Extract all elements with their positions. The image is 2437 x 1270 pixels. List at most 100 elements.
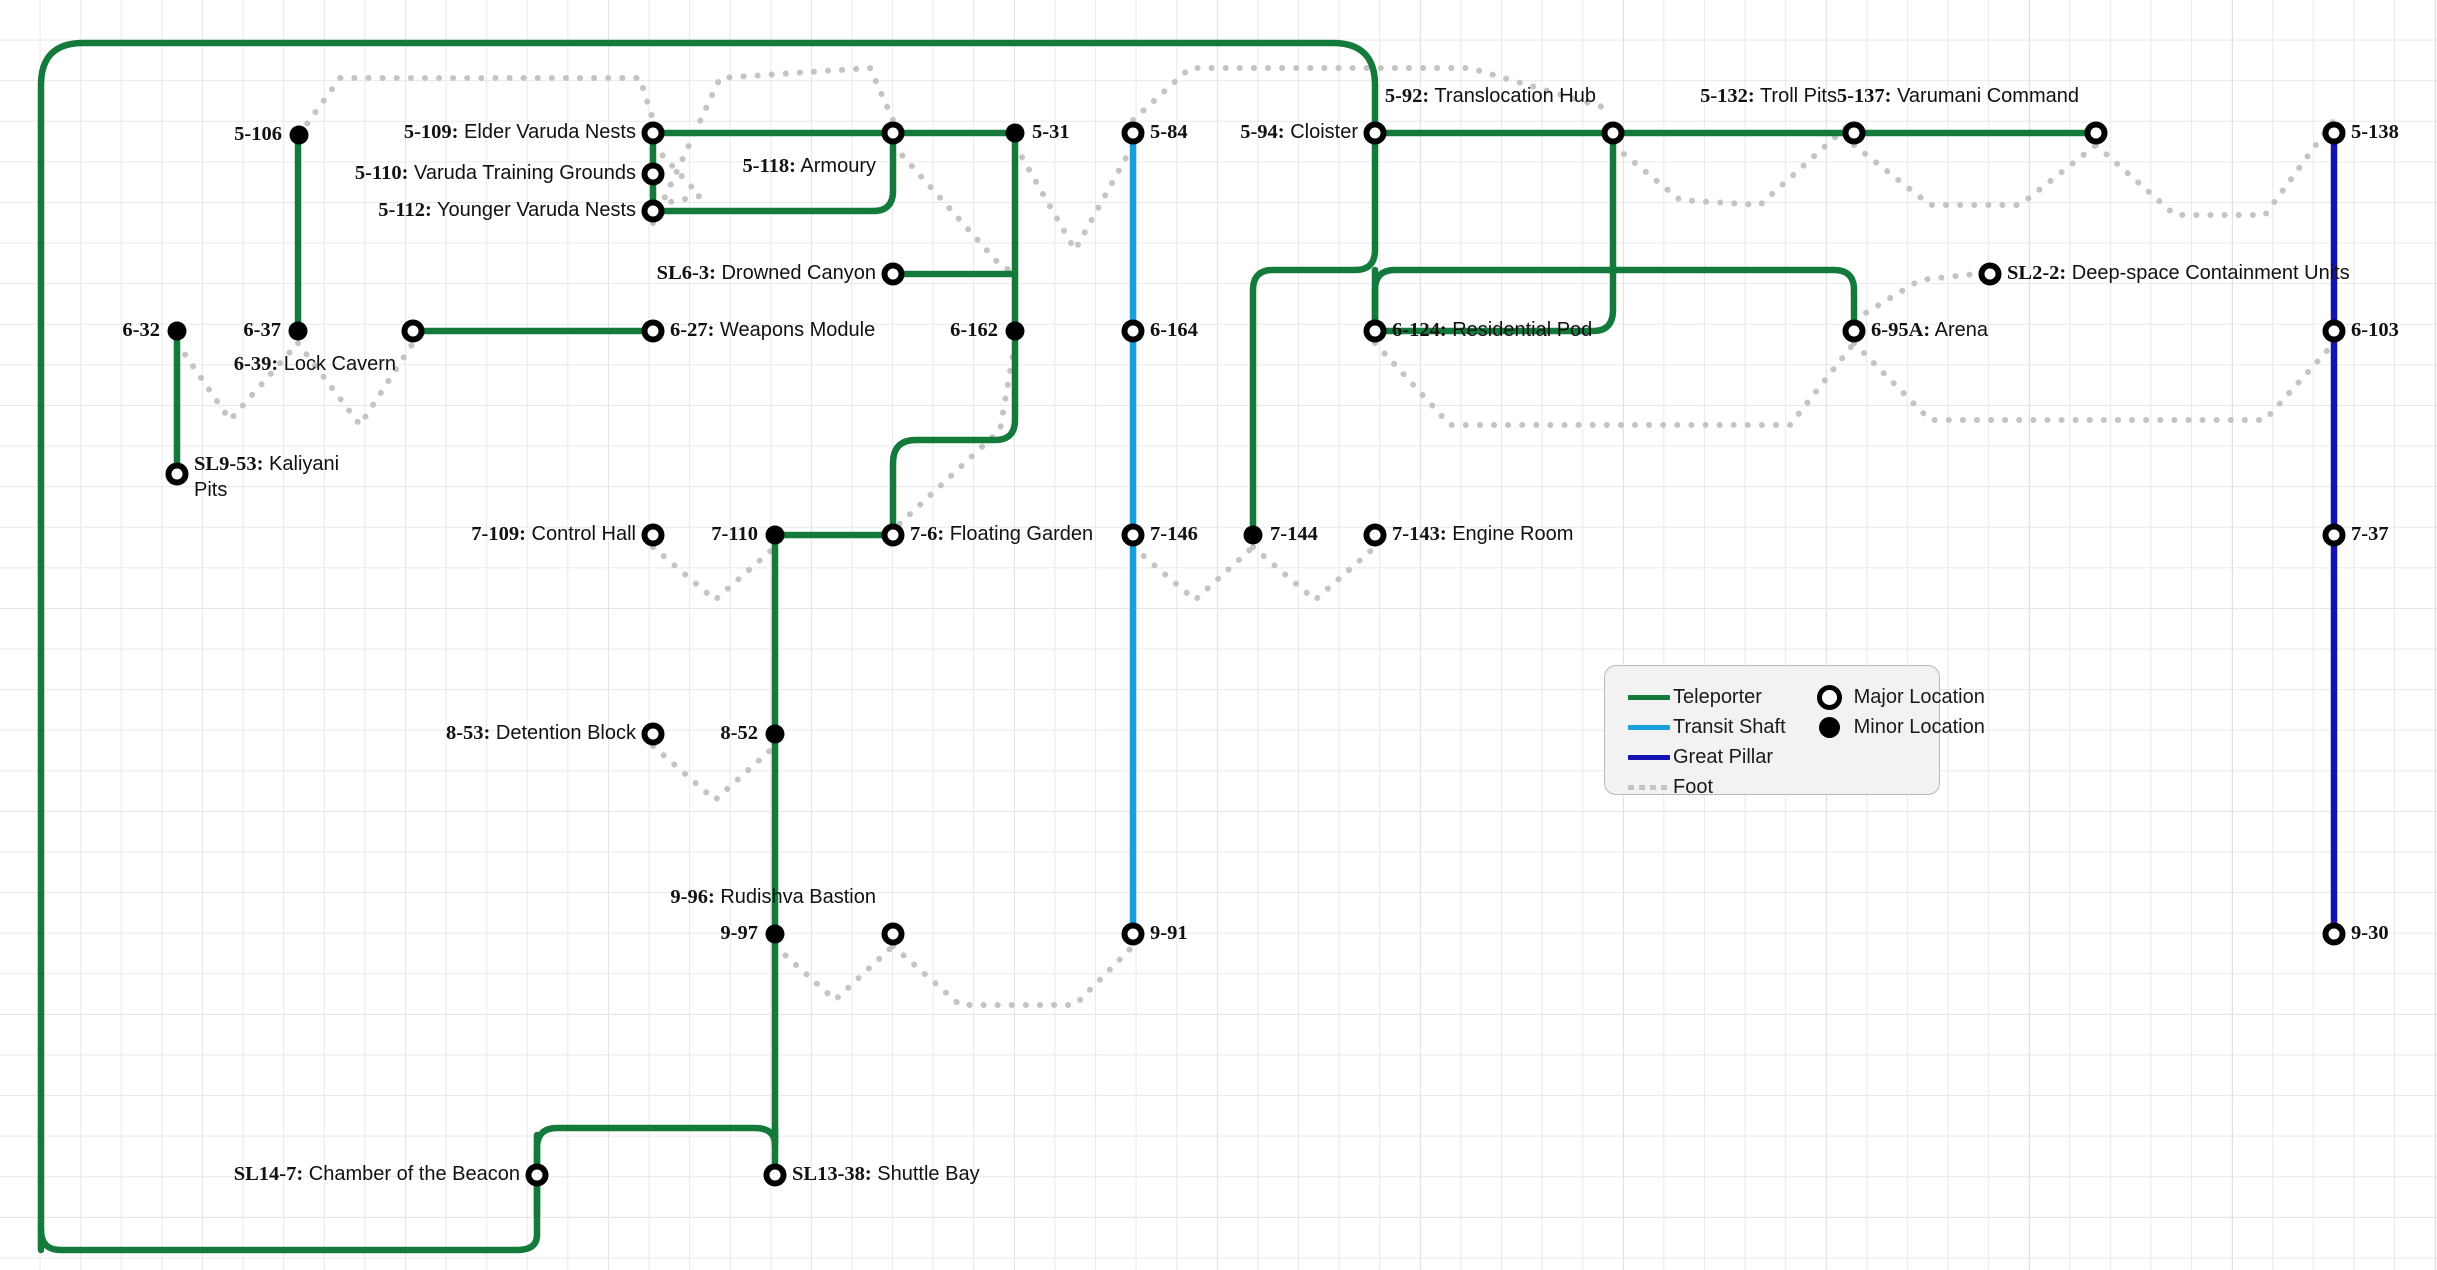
station-marker-minor-s8-52[interactable] (765, 724, 785, 744)
legend-line-row-2: Great Pillar (1625, 742, 1786, 772)
station-marker-minor-s6-32[interactable] (167, 321, 187, 341)
station-marker-minor-s6-37[interactable] (288, 321, 308, 341)
legend-marker-row-0: Major Location (1806, 682, 1985, 712)
station-marker-major-s9-91[interactable] (1121, 922, 1145, 946)
teleporter-path-west-loop (37, 39, 1379, 1254)
station-label-s6-124: 6-124: Residential Pod (1392, 319, 1592, 342)
foot-path-foot-5137-5138 (2093, 117, 2337, 218)
transit-map-svg: 5-106 5-109: Elder Varuda Nests 5-110: Var… (37, 39, 2399, 1254)
foot-path-foot-6124-695a (1372, 340, 1857, 428)
minor-location-icon (1819, 716, 1841, 738)
station-label-sSL13-38: SL13-38: Shuttle Bay (792, 1163, 980, 1186)
station-marker-major-s5-118[interactable] (881, 121, 905, 145)
station-marker-minor-s5-106[interactable] (289, 125, 309, 145)
station-marker-major-s5-132[interactable] (1842, 121, 1866, 145)
station-label-s9-96: 9-96: Rudishva Bastion (670, 886, 876, 909)
foot-path-foot-7144-7143 (1250, 544, 1378, 603)
station-marker-major-s6-124[interactable] (1363, 319, 1387, 343)
legend-marker-row-1: Minor Location (1806, 712, 1985, 742)
legend-line-glyph-icon (1628, 754, 1670, 760)
station-marker-major-s5-84[interactable] (1121, 121, 1145, 145)
station-marker-major-s5-94[interactable] (1363, 121, 1387, 145)
station-marker-major-s8-53[interactable] (641, 722, 665, 746)
station-label-s5-84: 5-84 (1150, 121, 1188, 143)
station-label-s7-144: 7-144 (1270, 523, 1318, 545)
station-marker-major-sSL9-53[interactable] (165, 462, 189, 486)
station-marker-minor-s9-97[interactable] (765, 924, 785, 944)
station-label-s7-109: 7-109: Control Hall (471, 523, 636, 546)
station-label-s7-6: 7-6: Floating Garden (910, 523, 1093, 546)
station-marker-major-s6-103[interactable] (2322, 319, 2346, 343)
station-marker-major-s7-146[interactable] (1121, 523, 1145, 547)
station-label-s6-162: 6-162 (950, 319, 998, 341)
station-marker-major-s7-37[interactable] (2322, 523, 2346, 547)
legend-marker-swatch (1806, 716, 1854, 738)
legend-line-row-1: Transit Shaft (1625, 712, 1786, 742)
station-marker-major-s5-110[interactable] (641, 162, 665, 186)
station-marker-major-s5-109[interactable] (641, 121, 665, 145)
legend-line-swatch-solid (1625, 742, 1673, 772)
major-location-icon (1817, 684, 1843, 710)
foot-path-foot-5112-5118 (650, 65, 896, 226)
legend-marker-label: Minor Location (1853, 715, 1985, 738)
station-marker-major-s6-39[interactable] (401, 319, 425, 343)
station-label-s5-92: 5-92: Translocation Hub (1385, 85, 1596, 108)
station-marker-major-s7-143[interactable] (1363, 523, 1387, 547)
teleporter-path-cloister-down (1249, 136, 1379, 539)
legend-line-row-3: Foot (1625, 772, 1786, 802)
station-marker-minor-s7-144[interactable] (1243, 525, 1263, 545)
legend-marker-swatch (1806, 684, 1854, 710)
station-marker-major-s9-96[interactable] (881, 922, 905, 946)
station-label-s6-164: 6-164 (1150, 319, 1198, 341)
station-marker-major-s5-138[interactable] (2322, 121, 2346, 145)
station-label-sSL6-3: SL6-3: Drowned Canyon (657, 262, 876, 285)
station-marker-major-s7-6[interactable] (881, 523, 905, 547)
station-marker-major-s7-109[interactable] (641, 523, 665, 547)
legend-line-row-0: Teleporter (1625, 682, 1786, 712)
foot-path-foot-5132-5137 (1851, 142, 2099, 208)
station-label-s5-118: 5-118: Armoury (742, 155, 876, 178)
station-label-sSL2-2: SL2-2: Deep-space Containment Units (2007, 262, 2350, 285)
station-label-s5-110: 5-110: Varuda Training Grounds (355, 162, 636, 185)
teleporter-line-layer (37, 39, 2100, 1254)
station-marker-major-sSL6-3[interactable] (881, 262, 905, 286)
station-label-s6-103: 6-103 (2351, 319, 2399, 341)
legend-line-swatch-solid (1625, 682, 1673, 712)
legend-line-glyph-icon (1628, 724, 1670, 730)
station-label-s8-53: 8-53: Detention Block (446, 722, 637, 745)
foot-path-foot-531-584 (1012, 142, 1136, 253)
station-label-s7-146: 7-146 (1150, 523, 1198, 545)
station-label-s5-112: 5-112: Younger Varuda Nests (378, 199, 636, 222)
station-label-s8-52: 8-52 (720, 722, 758, 744)
legend-marker-label: Major Location (1853, 685, 1985, 708)
station-marker-major-sSL14-7[interactable] (525, 1163, 549, 1187)
station-labels-layer: 5-106 5-109: Elder Varuda Nests 5-110: Var… (122, 85, 2398, 1186)
station-marker-major-sSL2-2[interactable] (1978, 262, 2002, 286)
station-marker-major-s5-112[interactable] (641, 199, 665, 223)
foot-path-foot-6162-7110 (890, 340, 1018, 533)
foot-path-foot-996-991 (890, 943, 1136, 1008)
legend-marker-list: Major Location Minor Location (1806, 682, 1985, 802)
station-marker-major-s6-27[interactable] (641, 319, 665, 343)
station-label-s6-95A: 6-95A: Arena (1871, 319, 1989, 342)
station-label-s6-37: 6-37 (243, 319, 281, 341)
station-marker-major-s6-164[interactable] (1121, 319, 1145, 343)
station-label-s7-143: 7-143: Engine Room (1392, 523, 1573, 546)
station-marker-minor-s6-162[interactable] (1005, 321, 1025, 341)
station-label-s6-32: 6-32 (122, 319, 160, 341)
foot-path-foot-7109-7110 (650, 544, 778, 603)
station-label-s7-110: 7-110 (711, 523, 758, 545)
station-marker-major-sSL13-38[interactable] (763, 1163, 787, 1187)
station-marker-minor-s5-31[interactable] (1005, 123, 1025, 143)
station-marker-major-s9-30[interactable] (2322, 922, 2346, 946)
station-marker-minor-s7-110[interactable] (765, 525, 785, 545)
legend: Teleporter Transit Shaft Great Pillar Foot … (1604, 665, 1985, 798)
station-marker-major-s6-95A[interactable] (1842, 319, 1866, 343)
station-marker-major-s5-137[interactable] (2084, 121, 2108, 145)
station-label-s9-30: 9-30 (2351, 922, 2389, 944)
station-marker-major-s5-92[interactable] (1601, 121, 1625, 145)
teleporter-path-hub-down (1371, 136, 1617, 335)
legend-line-glyph-icon (1628, 694, 1670, 700)
station-label-s5-94: 5-94: Cloister (1240, 121, 1358, 144)
station-label-s5-138: 5-138 (2351, 121, 2399, 143)
